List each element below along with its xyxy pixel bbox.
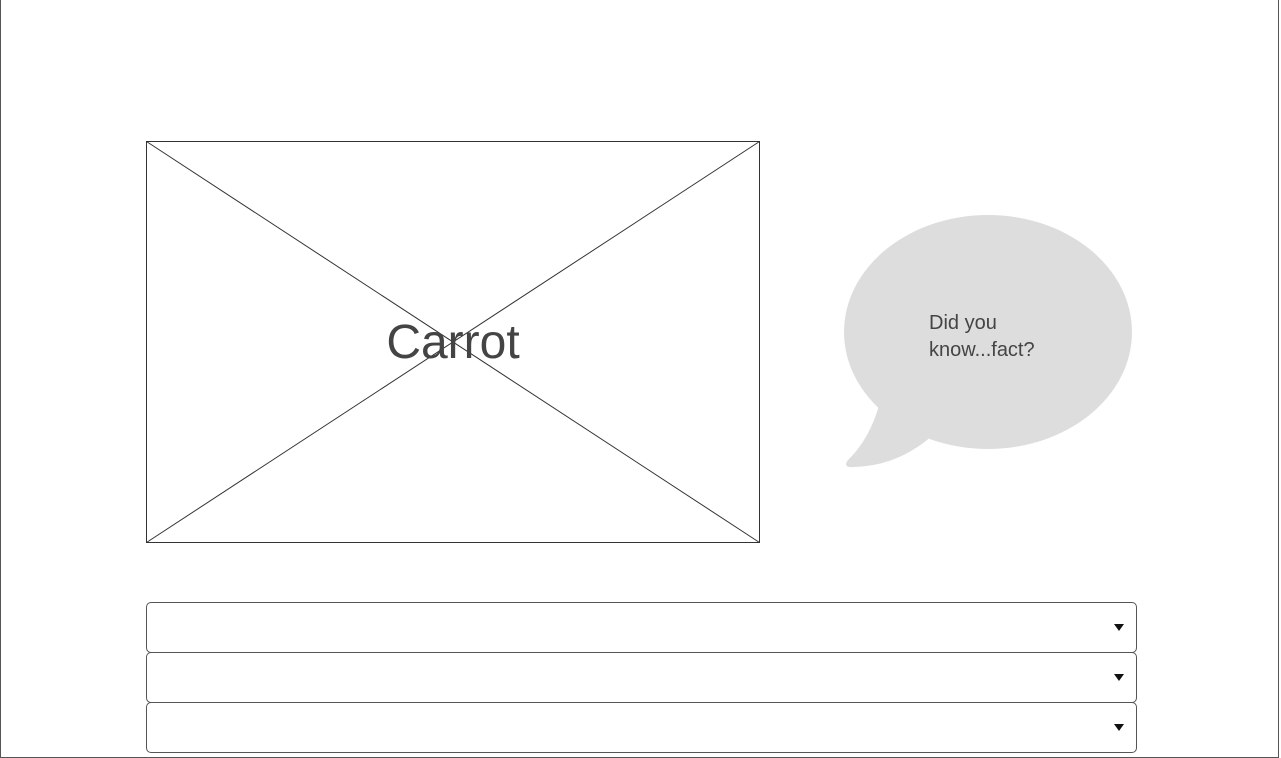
image-placeholder-icon [146, 141, 760, 543]
dropdown-select-3[interactable] [146, 702, 1137, 753]
fact-text: Did you know...fact? [929, 312, 1035, 361]
chevron-down-icon[interactable] [1114, 724, 1124, 731]
fact-speech-bubble: Did you know...fact? [842, 214, 1134, 470]
dropdown-select-2[interactable] [146, 652, 1137, 703]
dropdown-select-1[interactable] [146, 602, 1137, 653]
carrot-image-placeholder: Carrot [146, 141, 760, 543]
chevron-down-icon[interactable] [1114, 674, 1124, 681]
chevron-down-icon[interactable] [1114, 624, 1124, 631]
